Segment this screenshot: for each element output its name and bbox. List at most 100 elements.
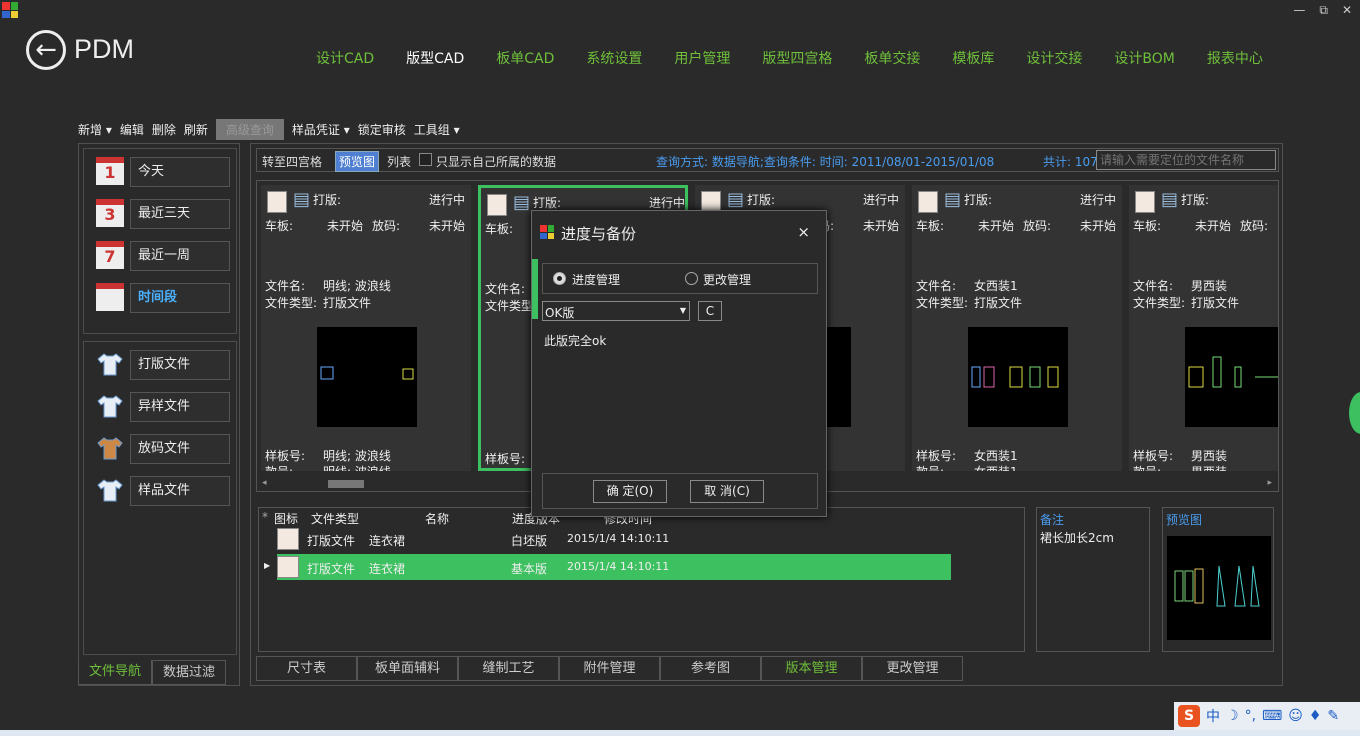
new-button[interactable]: 新增 ▾ [78, 121, 112, 138]
sogou-icon[interactable]: S [1178, 705, 1200, 727]
sample-no-label: 样板号: [485, 452, 526, 466]
file-type-label[interactable]: 放码文件 [130, 434, 230, 464]
cancel-button[interactable]: 取 消(C) [690, 480, 764, 503]
file-card[interactable]: ▤打版:车板:未开始放码:未开始文件名:男西装文件类型:打版文件样板号:男西装款… [1129, 185, 1278, 471]
nav-item[interactable]: 版型CAD [390, 48, 480, 68]
c-button[interactable]: C [698, 301, 722, 321]
bottom-tab[interactable]: 缝制工艺 [458, 656, 559, 681]
grade-label: 放码: [372, 219, 401, 233]
only-mine-checkbox[interactable] [419, 153, 432, 166]
preview-image [1167, 536, 1271, 640]
nav-item[interactable]: 板单CAD [480, 48, 570, 68]
date-filter-label[interactable]: 最近三天 [130, 199, 230, 229]
pattern-thumbnail [1185, 327, 1278, 427]
nav-item[interactable]: 模板库 [936, 48, 1010, 68]
file-type-label[interactable]: 样品文件 [130, 476, 230, 506]
to-grid-button[interactable]: 转至四宫格 [262, 153, 322, 170]
date-filter-item[interactable]: 1 今天 [90, 157, 230, 187]
tab-file-nav[interactable]: 文件导航 [78, 660, 152, 685]
delete-button[interactable]: 删除 [152, 121, 176, 138]
lock-review-button[interactable]: 锁定审核 [358, 121, 406, 138]
advanced-query-button[interactable]: 高级查询 [215, 119, 284, 140]
grid-header-name[interactable]: 名称 [425, 510, 449, 526]
filename-label: 文件名: [1133, 279, 1174, 293]
maximize-button[interactable]: ⧉ [1319, 3, 1328, 18]
punct-icon[interactable]: °, [1245, 708, 1256, 724]
board-label: 车板: [916, 219, 945, 233]
ok-button[interactable]: 确 定(O) [593, 480, 667, 503]
bottom-tab[interactable]: 参考图 [660, 656, 761, 681]
refresh-button[interactable]: 刷新 [184, 121, 208, 138]
qty-label: 款号: [1133, 463, 1161, 471]
date-filter-item[interactable]: 3 最近三天 [90, 199, 230, 229]
nav-item[interactable]: 用户管理 [658, 48, 746, 68]
bottom-tab[interactable]: 附件管理 [559, 656, 660, 681]
nav-item[interactable]: 版型四宫格 [746, 48, 848, 68]
board-label: 车板: [265, 219, 294, 233]
preview-view-button[interactable]: 预览图 [335, 151, 380, 172]
filename-value: 女西装1 [974, 279, 1018, 293]
qty-value: 女西装1 [974, 463, 1018, 471]
nav-item[interactable]: 板单交接 [848, 48, 936, 68]
shirt-icon[interactable]: ♦ [1309, 708, 1322, 724]
file-card[interactable]: ▤ 打版: 进行中 车板: 未开始 放码: 未开始 文件名: 女西装1 文件类型: 打版文件 样板号:… [912, 185, 1122, 471]
radio-progress[interactable] [553, 272, 566, 285]
date-filter-item[interactable]: 时间段 [90, 283, 230, 313]
close-window-button[interactable]: ✕ [1342, 3, 1352, 18]
sample-voucher-button[interactable]: 样品凭证 ▾ [292, 121, 350, 138]
bottom-tab[interactable]: 更改管理 [862, 656, 963, 681]
bottom-tab[interactable]: 尺寸表 [256, 656, 357, 681]
keyboard-icon[interactable]: ⌨ [1262, 708, 1282, 724]
file-type-item[interactable]: 放码文件 [90, 434, 230, 464]
calendar-icon: 7 [96, 241, 124, 269]
table-row[interactable]: 打版文件 连衣裙 基本版 2015/1/4 14:10:11 [277, 554, 951, 580]
grid-header-type[interactable]: 文件类型 [311, 510, 359, 526]
dialog-text[interactable]: 此版完全ok [544, 332, 606, 349]
file-type-item[interactable]: 异样文件 [90, 392, 230, 422]
bottom-tab[interactable]: 版本管理 [761, 656, 862, 681]
file-type-item[interactable]: 样品文件 [90, 476, 230, 506]
bottom-tab[interactable]: 板单面辅料 [357, 656, 458, 681]
nav-item[interactable]: 设计CAD [300, 48, 390, 68]
tools-button[interactable]: 工具组 ▾ [414, 121, 460, 138]
scroll-right-icon[interactable]: ▸ [1267, 478, 1272, 488]
date-filter-item[interactable]: 7 最近一周 [90, 241, 230, 271]
nav-item[interactable]: 设计BOM [1098, 48, 1190, 68]
file-type-label[interactable]: 打版文件 [130, 350, 230, 380]
ime-lang[interactable]: 中 [1206, 706, 1220, 726]
grid-header-icon[interactable]: 图标 [274, 510, 298, 526]
wrench-icon[interactable]: ✎ [1327, 708, 1339, 724]
user-icon[interactable]: ☺ [1288, 708, 1303, 724]
dialog-close-button[interactable]: × [797, 223, 810, 241]
back-button[interactable]: ← [26, 30, 66, 70]
minimize-button[interactable]: — [1293, 3, 1305, 18]
date-filter-label[interactable]: 最近一周 [130, 241, 230, 271]
grid-corner: * [262, 510, 268, 524]
nav-item[interactable]: 设计交接 [1010, 48, 1098, 68]
file-card[interactable]: ▤ 打版: 进行中 车板: 未开始 放码: 未开始 文件名: 明线; 波浪线 文件类型: 打版文件样… [261, 185, 471, 471]
shirt-icon [96, 434, 124, 462]
table-row[interactable]: 打版文件 连衣裙 白坯版 2015/1/4 14:10:11 [277, 526, 951, 552]
scroll-thumb[interactable] [328, 480, 364, 488]
date-filter-group: 1 今天 3 最近三天 7 最近一周时间段 [83, 148, 237, 334]
file-type-label[interactable]: 异样文件 [130, 392, 230, 422]
version-select[interactable]: OK版 ▼ [542, 301, 690, 321]
nav-item[interactable]: 系统设置 [570, 48, 658, 68]
scroll-left-icon[interactable]: ◂ [262, 478, 267, 488]
tab-data-filter[interactable]: 数据过滤 [152, 660, 226, 685]
moon-icon[interactable]: ☽ [1226, 708, 1239, 724]
file-type-item[interactable]: 打版文件 [90, 350, 230, 380]
side-float-button[interactable] [1349, 392, 1360, 434]
search-input[interactable] [1096, 150, 1276, 170]
filetype-value: 打版文件 [974, 296, 1023, 310]
list-view-button[interactable]: 列表 [387, 153, 411, 170]
sample-no-label: 样板号: [916, 449, 957, 463]
nav-item[interactable]: 报表中心 [1191, 48, 1279, 68]
date-filter-label[interactable]: 时间段 [130, 283, 230, 313]
shirt-icon [96, 392, 124, 420]
date-filter-label[interactable]: 今天 [130, 157, 230, 187]
radio-progress-label: 进度管理 [572, 273, 621, 287]
file-type-group: 打版文件异样文件放码文件样品文件 [83, 341, 237, 655]
edit-button[interactable]: 编辑 [120, 121, 144, 138]
radio-change[interactable] [685, 272, 698, 285]
